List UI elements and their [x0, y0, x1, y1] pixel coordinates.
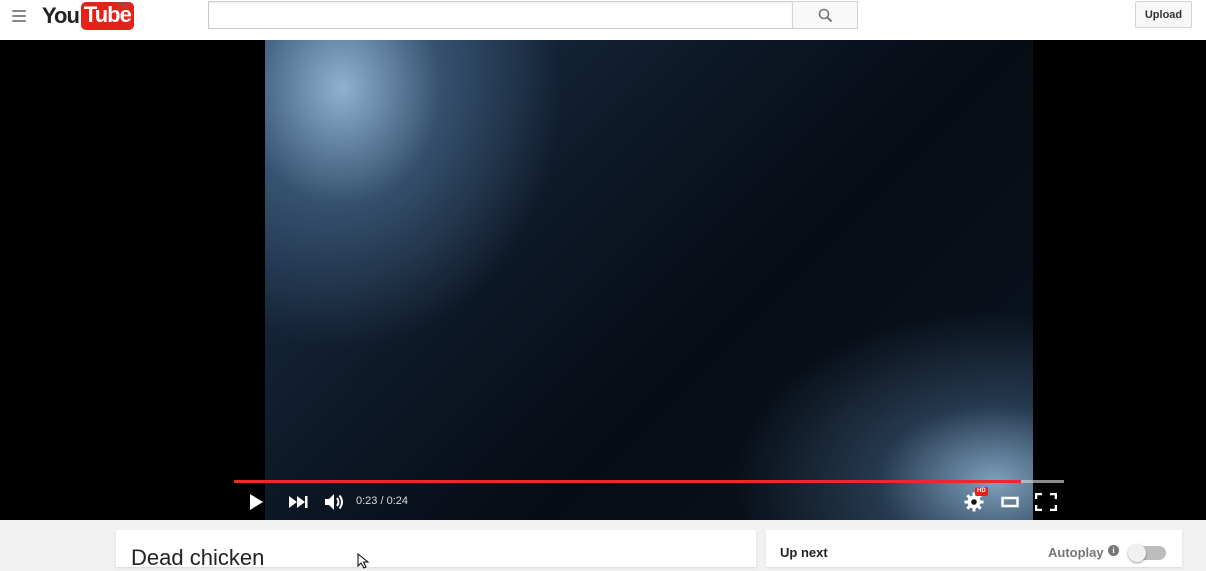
video-info-card: Dead chicken — [116, 530, 756, 570]
volume-button[interactable] — [322, 490, 346, 514]
search-button[interactable] — [792, 1, 858, 29]
upload-button[interactable]: Upload — [1135, 1, 1192, 28]
up-next-label: Up next — [780, 545, 828, 560]
search-form — [208, 1, 858, 29]
theater-mode-icon — [1001, 496, 1019, 508]
search-icon — [818, 8, 832, 22]
autoplay-toggle[interactable] — [1128, 544, 1166, 562]
info-icon[interactable]: i — [1108, 545, 1119, 556]
country-code: TN — [116, 1, 130, 12]
player-controls: 0:23 / 0:24 HD — [234, 486, 1064, 516]
video-player[interactable]: 0:23 / 0:24 HD — [0, 40, 1206, 520]
toggle-knob — [1128, 544, 1146, 562]
fullscreen-icon — [1035, 493, 1057, 511]
settings-button[interactable]: HD — [962, 487, 988, 514]
video-frame[interactable] — [265, 40, 1033, 520]
play-button[interactable] — [244, 490, 268, 514]
volume-icon — [325, 494, 343, 510]
fullscreen-button[interactable] — [1034, 490, 1058, 514]
play-icon — [250, 494, 263, 510]
up-next-card: Up next Autoplay i — [766, 530, 1182, 567]
hd-badge: HD — [975, 487, 988, 496]
video-title: Dead chicken — [131, 545, 265, 570]
progress-played — [234, 480, 1021, 483]
time-display: 0:23 / 0:24 — [356, 495, 408, 507]
autoplay-label: Autoplay — [1048, 545, 1104, 560]
search-input[interactable] — [208, 1, 792, 29]
theater-mode-button[interactable] — [998, 490, 1022, 514]
menu-icon[interactable] — [12, 9, 26, 23]
progress-bar[interactable] — [234, 480, 1064, 483]
masthead: You Tube TN Upload — [0, 0, 1206, 40]
next-button[interactable] — [286, 490, 310, 514]
next-icon — [289, 496, 308, 508]
